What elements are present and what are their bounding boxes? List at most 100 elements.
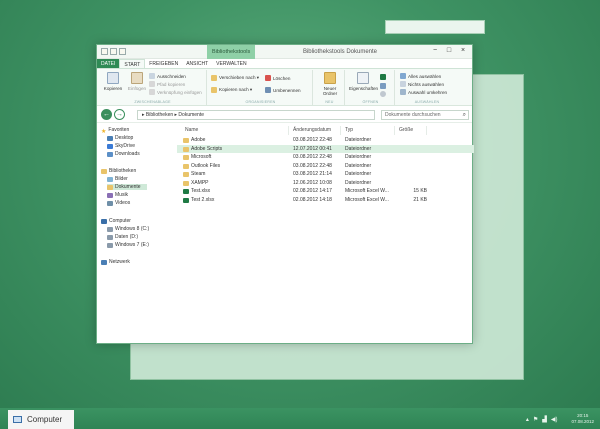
copy-path-button[interactable]: Pfad kopieren <box>149 81 185 87</box>
dropdown-icon[interactable] <box>119 48 126 55</box>
library-icon <box>101 168 107 174</box>
copy-label: Kopieren <box>103 86 123 91</box>
cut-button[interactable]: Ausschneiden <box>149 73 186 79</box>
sidebar-item-documents[interactable]: Dokumente <box>107 184 147 190</box>
tab-start[interactable]: START <box>119 59 146 68</box>
new-folder-button[interactable]: Neuer Ordner <box>317 72 343 96</box>
sidebar-item-network[interactable]: Netzwerk <box>101 259 130 265</box>
select-none-button[interactable]: Nichts auswählen <box>400 81 444 87</box>
properties-button[interactable]: Eigenschaften <box>349 72 378 91</box>
file-date: 03.08.2012 22:48 <box>293 137 332 143</box>
sidebar-item-computer[interactable]: Computer <box>101 218 131 224</box>
file-size: 21 KB <box>413 196 427 203</box>
sidebar-label-downloads: Downloads <box>115 151 140 157</box>
sidebar-item-skydrive[interactable]: SkyDrive <box>107 143 135 149</box>
rename-button[interactable]: Umbenennen <box>265 87 301 93</box>
edit-icon <box>380 83 386 89</box>
new-folder-label: Neuer Ordner <box>322 86 338 96</box>
open-excel-button[interactable] <box>380 74 386 80</box>
table-row[interactable]: Outlook Files 03.08.2012 22:48 Dateiordner <box>177 162 474 171</box>
copy-to-label: Kopieren nach ▾ <box>219 87 253 92</box>
clock[interactable]: 20:15 07.08.2012 <box>571 413 594 425</box>
path-icon <box>149 81 155 87</box>
address-bar[interactable]: ▸ Bibliotheken ▸ Dokumente <box>137 110 375 120</box>
drive-icon <box>107 234 113 240</box>
sidebar-item-music[interactable]: Musik <box>107 192 128 198</box>
group-label-organize: ORGANISIEREN <box>245 100 276 104</box>
table-row[interactable]: XAMPP 12.06.2012 10:08 Dateiordner <box>177 179 474 188</box>
maximize-button[interactable]: □ <box>442 45 456 57</box>
arrow-up-icon[interactable]: ▴ <box>526 416 529 423</box>
folder-icon <box>183 180 189 186</box>
table-row[interactable]: Steam 03.08.2012 21:14 Dateiordner <box>177 170 474 179</box>
taskbar-app-label: Computer <box>27 415 63 424</box>
cut-label: Ausschneiden <box>157 73 186 79</box>
window-title-text: Bibliothekstools Dokumente <box>302 49 378 55</box>
move-to-button[interactable]: Verschieben nach ▾ <box>211 75 259 81</box>
flag-icon[interactable]: ⚑ <box>533 416 538 423</box>
column-header-date[interactable]: Änderungsdatum <box>291 126 341 135</box>
edit-button[interactable] <box>380 83 386 89</box>
star-icon: ★ <box>101 128 107 135</box>
taskbar-app-computer[interactable]: Computer <box>8 410 74 429</box>
window-controls: − □ × <box>428 45 470 57</box>
column-header-name[interactable]: Name <box>183 126 289 135</box>
file-name: Steam <box>191 171 206 177</box>
table-row[interactable]: Test.xlsx 02.08.2012 14:17 Microsoft Excel… <box>177 187 474 196</box>
select-all-label: Alles auswählen <box>408 73 442 79</box>
paste-button[interactable]: Einfügen <box>124 72 150 91</box>
table-row[interactable]: Adobe Scripts 12.07.2012 00:41 Dateiordner <box>177 144 474 153</box>
sidebar-item-drive-c[interactable]: Windows 8 (C:) <box>107 226 149 232</box>
close-button[interactable]: × <box>456 45 470 57</box>
forward-button[interactable]: → <box>114 109 125 120</box>
sidebar-item-drive-e[interactable]: Windows 7 (E:) <box>107 242 149 248</box>
sidebar-item-pictures[interactable]: Bilder <box>107 176 128 182</box>
select-all-button[interactable]: Alles auswählen <box>400 73 441 79</box>
window-title: Bibliothekstools Dokumente <box>265 45 415 59</box>
sidebar-item-videos[interactable]: Videos <box>107 200 130 206</box>
folder-icon[interactable] <box>110 48 117 55</box>
file-list: Name Änderungsdatum Typ Größe Adobe 03.08… <box>177 124 474 345</box>
copy-path-label: Pfad kopieren <box>157 81 186 87</box>
paste-shortcut-button[interactable]: Verknüpfung einfügen <box>149 89 202 95</box>
file-type: Microsoft Excel W... <box>345 188 389 194</box>
table-row[interactable]: Adobe 03.08.2012 22:48 Dateiordner <box>177 136 474 145</box>
column-header-size[interactable]: Größe <box>397 126 427 135</box>
tab-file[interactable]: DATEI <box>97 59 120 68</box>
sidebar-item-drive-d[interactable]: Daten (D:) <box>107 234 138 240</box>
delete-button[interactable]: Löschen <box>265 75 290 81</box>
sidebar-item-desktop[interactable]: Desktop <box>107 135 133 141</box>
back-button[interactable]: ← <box>101 109 112 120</box>
history-button[interactable] <box>380 91 386 97</box>
volume-icon[interactable]: ◀) <box>551 416 558 423</box>
properties-icon[interactable] <box>101 48 108 55</box>
sidebar-item-downloads[interactable]: Downloads <box>107 151 140 157</box>
delete-label: Löschen <box>273 75 291 81</box>
sidebar-item-favorites[interactable]: ★ Favoriten <box>101 127 130 135</box>
sidebar-label-favorites: Favoriten <box>108 127 130 133</box>
copy-button[interactable]: Kopieren <box>100 72 126 91</box>
rename-icon <box>265 87 271 93</box>
table-row[interactable]: Test 2.xlsx 02.08.2012 14:18 Microsoft Exc… <box>177 196 474 205</box>
context-tab-library-tools: Bibliothekstools <box>207 45 256 59</box>
file-name: Outlook Files <box>191 162 221 169</box>
table-row[interactable]: Microsoft 03.08.2012 22:48 Dateiordner <box>177 153 474 162</box>
tab-manage[interactable]: VERWALTEN <box>212 59 250 68</box>
column-header-type[interactable]: Typ <box>343 126 395 135</box>
minimize-button[interactable]: − <box>428 45 442 57</box>
delete-icon <box>265 75 271 81</box>
network-icon <box>101 259 107 265</box>
file-name: Adobe Scripts <box>191 145 223 152</box>
search-input[interactable]: Dokumente durchsuchen ⌕ <box>381 110 469 120</box>
tab-share[interactable]: FREIGEBEN <box>145 59 182 68</box>
search-icon[interactable]: ⌕ <box>463 111 466 119</box>
sidebar-item-libraries[interactable]: Bibliotheken <box>101 168 136 174</box>
copy-to-button[interactable]: Kopieren nach ▾ <box>211 87 252 93</box>
tab-view[interactable]: ANSICHT <box>182 59 212 68</box>
network-tray-icon[interactable]: ▟ <box>542 416 547 423</box>
file-date: 03.08.2012 21:14 <box>293 171 332 177</box>
file-date: 03.08.2012 22:48 <box>293 162 332 169</box>
move-folder-icon <box>211 75 217 81</box>
excel-file-icon <box>183 197 189 203</box>
invert-selection-button[interactable]: Auswahl umkehren <box>400 89 447 95</box>
